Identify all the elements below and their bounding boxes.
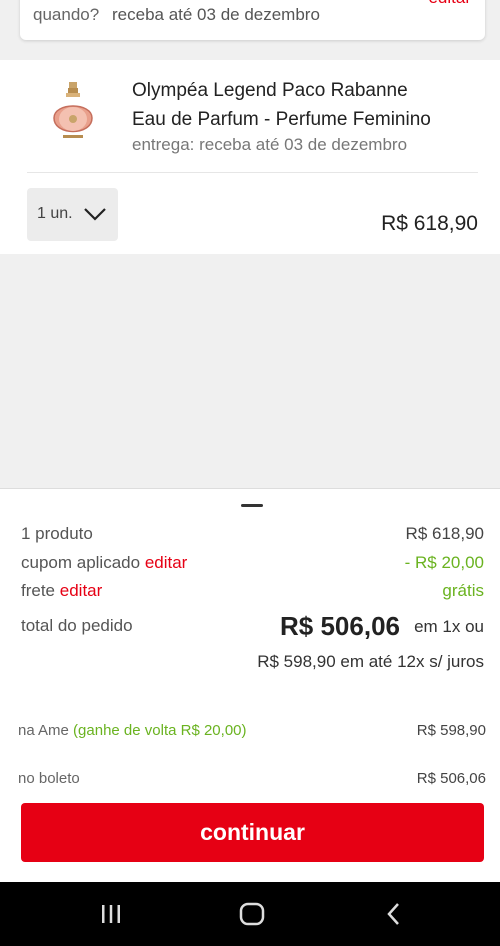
boleto-label: no boleto <box>18 770 80 787</box>
system-navigation-bar <box>0 882 500 946</box>
drag-handle[interactable] <box>241 504 263 507</box>
order-total-label: total do pedido <box>21 616 133 635</box>
shipping-row: frete editar <box>21 581 102 601</box>
product-name-line-1[interactable]: Olympéa Legend Paco Rabanne <box>132 76 462 105</box>
product-price: R$ 618,90 <box>381 212 478 235</box>
boleto-value: R$ 506,06 <box>416 770 486 787</box>
order-total-suffix: em 1x ou <box>414 617 484 636</box>
coupon-discount: - R$ 20,00 <box>404 553 484 572</box>
shipping-label: frete <box>21 581 56 600</box>
back-icon[interactable] <box>380 900 408 928</box>
perfume-bottle-image[interactable] <box>48 82 98 148</box>
ame-payment-row: na Ame (ganhe de volta R$ 20,00) <box>18 722 247 739</box>
coupon-label: cupom aplicado <box>21 553 141 572</box>
order-summary-sheet: 1 produto R$ 618,90 cupom aplicado edita… <box>0 488 500 882</box>
coupon-edit-link[interactable]: editar <box>145 553 188 572</box>
delivery-card: quando? receba até 03 de dezembro editar <box>20 0 485 40</box>
shipping-edit-link[interactable]: editar <box>60 581 103 600</box>
delivery-date: receba até 03 de dezembro <box>112 5 320 24</box>
order-total-value: R$ 506,06 <box>280 611 400 641</box>
coupon-row: cupom aplicado editar <box>21 553 187 573</box>
quantity-select[interactable]: 1 un. <box>27 188 118 241</box>
product-name-line-2[interactable]: Eau de Parfum - Perfume Feminino <box>132 105 462 134</box>
ame-cashback: (ganhe de volta R$ 20,00) <box>73 722 247 739</box>
ame-label: na Ame <box>18 722 69 739</box>
recent-apps-icon[interactable] <box>97 900 125 928</box>
continue-button[interactable]: continuar <box>21 803 484 862</box>
products-count-label: 1 produto <box>21 524 93 543</box>
delivery-edit-link[interactable]: editar <box>428 0 471 8</box>
shipping-value: grátis <box>442 581 484 600</box>
home-icon[interactable] <box>238 900 266 928</box>
chevron-down-icon <box>84 208 106 221</box>
cart-item: Olympéa Legend Paco Rabanne Eau de Parfu… <box>0 60 500 254</box>
products-subtotal: R$ 618,90 <box>405 524 484 543</box>
product-delivery-text: entrega: receba até 03 de dezembro <box>132 135 408 154</box>
ame-value: R$ 598,90 <box>416 722 486 739</box>
installments-text: R$ 598,90 em até 12x s/ juros <box>257 652 484 671</box>
delivery-question: quando? <box>33 5 100 24</box>
quantity-value: 1 un. <box>37 205 73 222</box>
divider <box>27 172 478 173</box>
